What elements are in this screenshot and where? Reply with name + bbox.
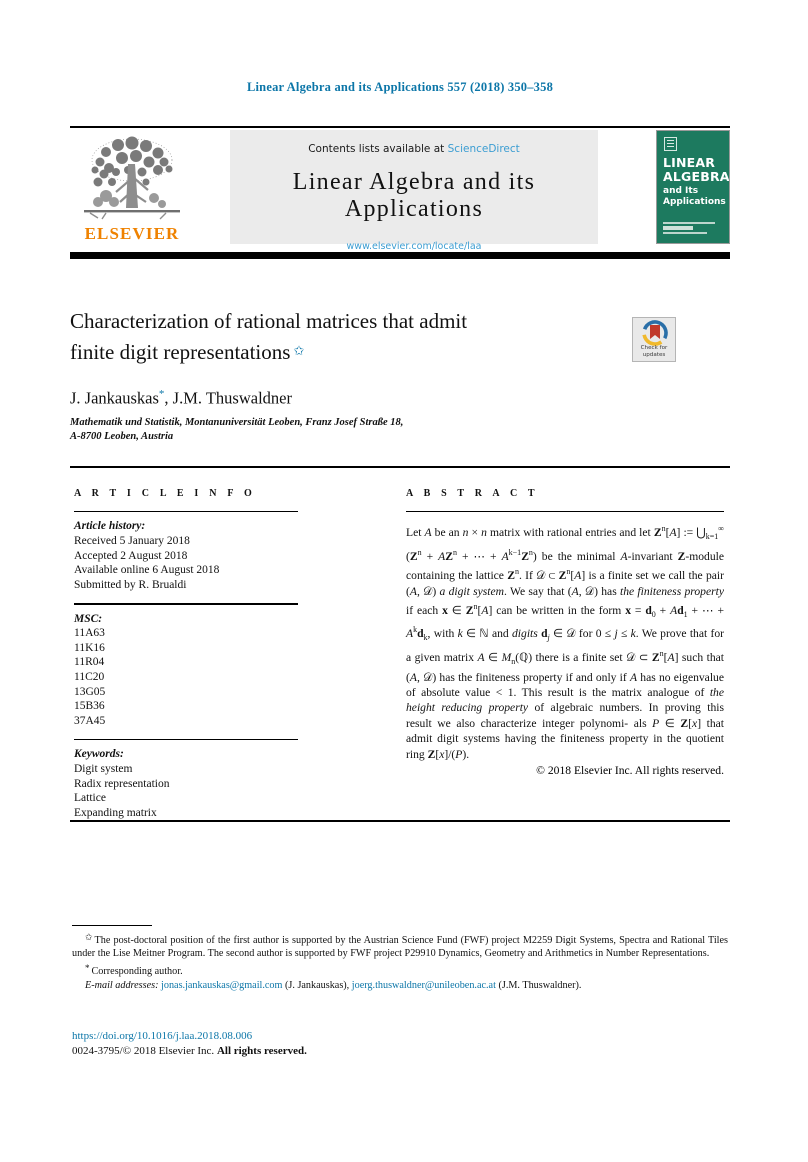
article-info-column: A R T I C L E I N F O Article history: R… (74, 488, 306, 820)
issn-prefix: 0024-3795/ (72, 1045, 123, 1057)
msc-code: 37A45 (74, 714, 106, 727)
abstract-copyright: © 2018 Elsevier Inc. All rights reserved… (536, 764, 724, 778)
author-primary: J. Jankauskas (70, 388, 159, 408)
issn-copyright-line: 0024-3795/© 2018 Elsevier Inc. All right… (72, 1044, 307, 1059)
crossmark-label: Check for updates (633, 345, 675, 358)
cover-emblem-icon (664, 137, 677, 151)
footer-block: https://doi.org/10.1016/j.laa.2018.08.00… (72, 1029, 307, 1059)
crossmark-label-line1: Check for (640, 345, 668, 352)
footnote-funding-marker: ✩ (85, 932, 93, 942)
email-owner-thuswaldner: (J.M. Thuswaldner). (498, 980, 582, 992)
elsevier-wordmark: ELSEVIER (84, 224, 180, 243)
author-secondary: , J.M. Thuswaldner (164, 388, 292, 408)
abstract-column: A B S T R A C T Let A be an n × n matrix… (406, 488, 724, 777)
crossmark-label-line2: updates (642, 351, 666, 358)
msc-code: 13G05 (74, 685, 106, 698)
title-line-1: Characterization of rational matrices th… (70, 309, 468, 333)
keyword-item: Digit system (74, 763, 133, 776)
abstract-rule (406, 511, 724, 513)
msc-code: 11A63 (74, 627, 105, 640)
footnote-corresponding-text: Corresponding author. (91, 965, 183, 977)
title-line-2: finite digit representations (70, 340, 291, 364)
masthead-center-panel: Contents lists available at ScienceDirec… (230, 130, 598, 252)
article-info-heading: A R T I C L E I N F O (74, 488, 256, 499)
cover-title-line2: ALGEBRA (663, 168, 730, 184)
msc-code: 11K16 (74, 641, 105, 654)
msc-code: 15B36 (74, 700, 105, 713)
footnote-funding: ✩ The post-doctoral position of the first… (72, 931, 728, 961)
affiliation-line-1: Mathematik und Statistik, Montanuniversi… (70, 417, 404, 428)
footnote-separator-rule (72, 925, 152, 927)
article-history-block: Article history: Received 5 January 2018… (74, 519, 306, 592)
author-list: J. Jankauskas*, J.M. Thuswaldner (70, 388, 292, 409)
cover-title-line3: and Its (663, 186, 699, 196)
abstract-heading: A B S T R A C T (406, 488, 539, 499)
info-section-top-rule (70, 466, 730, 468)
masthead-bottom-rule (70, 252, 730, 259)
msc-block: MSC: 11A63 11K16 11R04 11C20 13G05 15B36… (74, 612, 306, 729)
keyword-item: Lattice (74, 792, 106, 805)
article-history-label: Article history: (74, 520, 146, 533)
keywords-label: Keywords: (74, 748, 124, 761)
cover-footer-marks (663, 222, 721, 236)
elsevier-logo: ELSEVIER (76, 134, 188, 246)
journal-url-link[interactable]: www.elsevier.com/locate/laa (230, 241, 598, 252)
email-link-jankauskas[interactable]: jonas.jankauskas@gmail.com (161, 980, 282, 991)
keyword-item: Radix representation (74, 777, 170, 790)
msc-code: 11C20 (74, 670, 105, 683)
journal-cover-thumbnail: LINEAR ALGEBRA and Its Applications (656, 130, 730, 244)
footnote-corresponding: * Corresponding author. (72, 962, 728, 978)
keywords-block: Keywords: Digit system Radix representat… (74, 747, 306, 820)
history-submitted-by: Submitted by R. Brualdi (74, 578, 187, 591)
keywords-divider-rule (74, 739, 298, 741)
abstract-section-bottom-rule (70, 820, 730, 822)
history-received: Received 5 January 2018 (74, 534, 190, 547)
running-head: Linear Algebra and its Applications 557 … (246, 80, 554, 94)
masthead-top-rule (70, 126, 730, 128)
sciencedirect-link[interactable]: ScienceDirect (448, 143, 520, 155)
history-available-online: Available online 6 August 2018 (74, 564, 220, 577)
contents-available-line: Contents lists available at ScienceDirec… (230, 143, 598, 155)
footnotes-block: ✩ The post-doctoral position of the first… (72, 931, 728, 994)
msc-label: MSC: (74, 612, 103, 625)
crossmark-logo-icon (642, 320, 668, 346)
cover-title-sub: and Its Applications (663, 186, 726, 207)
cover-title-line1: LINEAR (663, 155, 716, 170)
doi-link[interactable]: https://doi.org/10.1016/j.laa.2018.08.00… (72, 1029, 307, 1044)
journal-masthead: ELSEVIER Contents lists available at Sci… (70, 126, 730, 259)
email-link-thuswaldner[interactable]: joerg.thuswaldner@unileoben.ac.at (352, 980, 496, 991)
title-footnote-marker[interactable]: ✩ (290, 343, 304, 358)
article-info-rule (74, 511, 298, 513)
msc-divider-rule (74, 603, 298, 605)
cover-title-line4: Applications (663, 196, 726, 207)
crossmark-badge[interactable]: Check for updates (632, 317, 676, 362)
page-title: Characterization of rational matrices th… (70, 307, 630, 367)
keyword-item: Expanding matrix (74, 806, 157, 819)
email-label: E-mail addresses: (85, 980, 159, 992)
article-first-page: Linear Algebra and its Applications 557 … (70, 0, 730, 1162)
footnote-funding-text: The post-doctoral position of the first … (72, 935, 728, 960)
abstract-text: Let A be an n × n matrix with rational e… (406, 524, 725, 761)
rights-text: All rights reserved. (216, 1045, 307, 1057)
email-owner-jankauskas: (J. Jankauskas), (285, 980, 350, 992)
footnote-emails: E-mail addresses: jonas.jankauskas@gmail… (72, 979, 728, 992)
affiliation: Mathematik und Statistik, Montanuniversi… (70, 416, 670, 444)
affiliation-line-2: A-8700 Leoben, Austria (70, 431, 174, 442)
contents-prefix: Contents lists available at (308, 143, 448, 155)
cover-title-main: LINEAR ALGEBRA (663, 155, 730, 184)
journal-title: Linear Algebra and its Applications (292, 169, 536, 222)
issn-copyright: © 2018 Elsevier Inc. (122, 1045, 215, 1057)
elsevier-tree-icon (84, 136, 180, 220)
msc-code: 11R04 (74, 656, 105, 669)
history-accepted: Accepted 2 August 2018 (74, 549, 188, 562)
